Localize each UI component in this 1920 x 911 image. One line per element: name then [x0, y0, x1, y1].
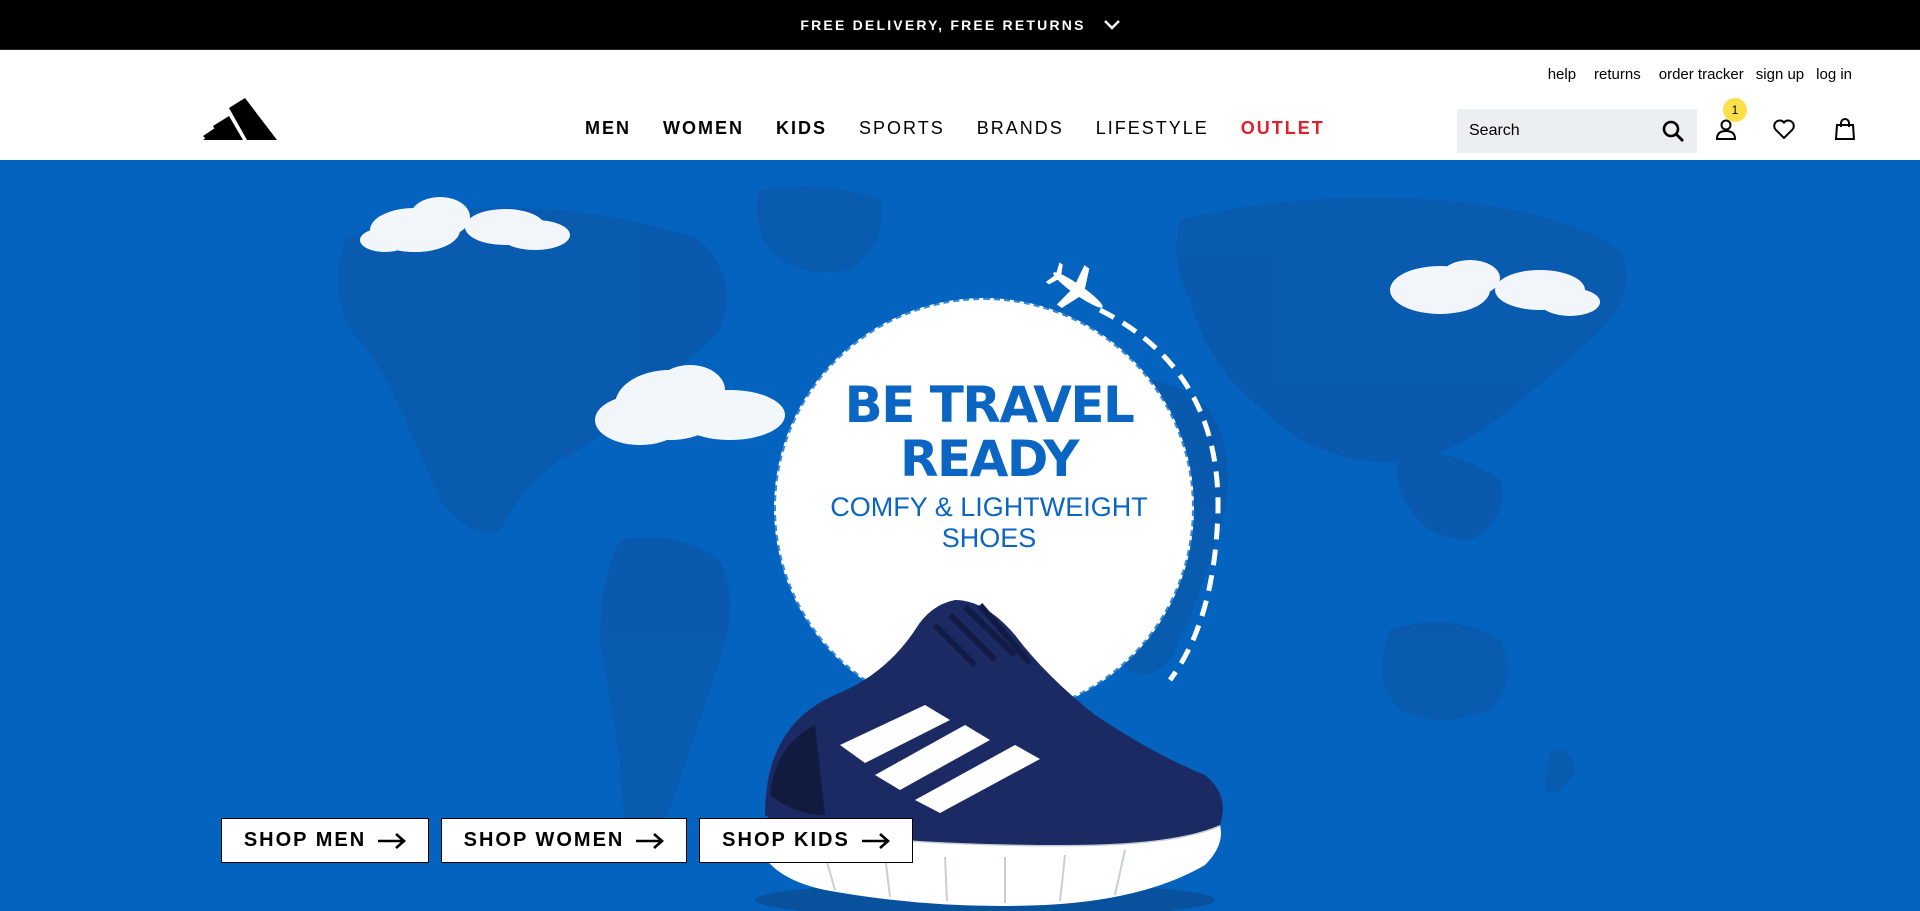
- order-tracker-link[interactable]: order tracker: [1659, 66, 1744, 83]
- arrow-right-icon: [861, 832, 890, 849]
- nav-men[interactable]: MEN: [585, 118, 631, 139]
- cloud-decoration: [1390, 260, 1600, 316]
- sign-up-link[interactable]: sign up: [1756, 66, 1804, 83]
- main-nav: MEN WOMEN KIDS SPORTS BRANDS LIFESTYLE O…: [585, 118, 1325, 139]
- utility-nav: help returns order tracker sign up log i…: [1536, 66, 1852, 83]
- account-badge: 1: [1723, 98, 1747, 122]
- shop-women-label: SHOP WOMEN: [463, 829, 625, 851]
- cloud-decoration: [360, 197, 570, 252]
- site-header: help returns order tracker sign up log i…: [0, 50, 1920, 160]
- brand-logo[interactable]: [203, 92, 279, 142]
- shop-kids-button[interactable]: SHOP KIDS: [699, 818, 913, 863]
- shop-kids-label: SHOP KIDS: [722, 829, 850, 851]
- nav-kids[interactable]: KIDS: [776, 118, 827, 139]
- hero-banner[interactable]: BE TRAVEL READY COMFY & LIGHTWEIGHT SHOE…: [0, 160, 1920, 911]
- chevron-down-icon[interactable]: [1103, 17, 1120, 33]
- search-box[interactable]: [1457, 109, 1697, 153]
- nav-outlet[interactable]: OUTLET: [1241, 118, 1325, 139]
- search-input[interactable]: [1469, 122, 1659, 140]
- airplane-icon: [1045, 262, 1103, 308]
- nav-lifestyle[interactable]: LIFESTYLE: [1096, 118, 1209, 139]
- heart-icon[interactable]: [1769, 114, 1799, 144]
- promo-text[interactable]: FREE DELIVERY, FREE RETURNS: [800, 17, 1085, 33]
- bag-icon[interactable]: [1830, 114, 1860, 144]
- returns-link[interactable]: returns: [1594, 66, 1641, 83]
- promo-bar[interactable]: FREE DELIVERY, FREE RETURNS: [0, 0, 1920, 50]
- arrow-right-icon: [636, 832, 665, 849]
- shop-men-label: SHOP MEN: [243, 829, 367, 851]
- search-icon[interactable]: [1661, 119, 1685, 143]
- log-in-link[interactable]: log in: [1816, 66, 1852, 83]
- shop-women-button[interactable]: SHOP WOMEN: [441, 818, 687, 863]
- help-link[interactable]: help: [1548, 66, 1576, 83]
- arrow-right-icon: [378, 832, 407, 849]
- nav-brands[interactable]: BRANDS: [977, 118, 1064, 139]
- shop-buttons: SHOP MEN SHOP WOMEN SHOP KIDS: [221, 818, 925, 863]
- nav-sports[interactable]: SPORTS: [859, 118, 945, 139]
- nav-women[interactable]: WOMEN: [663, 118, 744, 139]
- shop-men-button[interactable]: SHOP MEN: [221, 818, 429, 863]
